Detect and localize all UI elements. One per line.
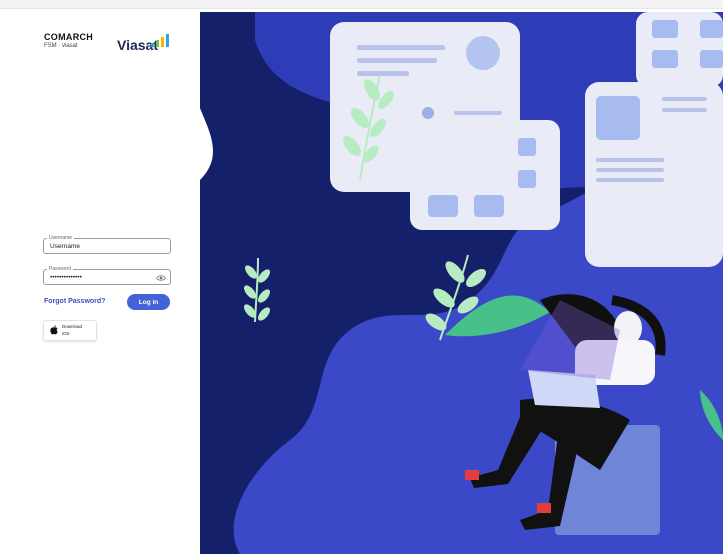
apple-icon: [50, 325, 58, 335]
plant-left: [244, 257, 270, 323]
blue-blob-main: [233, 126, 723, 554]
username-input[interactable]: Username: [50, 243, 80, 250]
username-legend: Username: [49, 235, 73, 241]
plant-middle: [425, 254, 486, 341]
card-small: [410, 120, 560, 230]
card-large: [330, 22, 520, 192]
download-label: Download: [62, 324, 83, 329]
plant-top: [343, 74, 395, 181]
username-field[interactable]: Username Username: [43, 236, 171, 254]
card-right: [585, 82, 723, 267]
woman-illustration: [465, 294, 666, 535]
password-legend: Password: [49, 266, 71, 272]
show-password-eye-icon[interactable]: [156, 274, 166, 282]
top-edge: [0, 0, 723, 9]
forgot-password-link[interactable]: Forgot Password?: [44, 298, 105, 305]
blue-blob-top: [255, 12, 723, 193]
seat-block: [555, 425, 660, 535]
app-subtitle: FSM · viasat: [44, 43, 78, 49]
card-avatar-circle: [466, 36, 500, 70]
download-ios-button[interactable]: Download iOS: [43, 320, 97, 341]
password-input[interactable]: ••••••••••••••: [50, 274, 82, 281]
company-logo: COMARCH: [44, 32, 94, 42]
password-field[interactable]: Password ••••••••••••••: [43, 267, 171, 285]
login-button[interactable]: Log in: [127, 294, 170, 310]
card-top-right: [636, 12, 723, 87]
leaf-big: [445, 295, 550, 337]
platform-label: iOS: [62, 331, 70, 336]
partner-logo-mark-icon: [151, 34, 169, 47]
